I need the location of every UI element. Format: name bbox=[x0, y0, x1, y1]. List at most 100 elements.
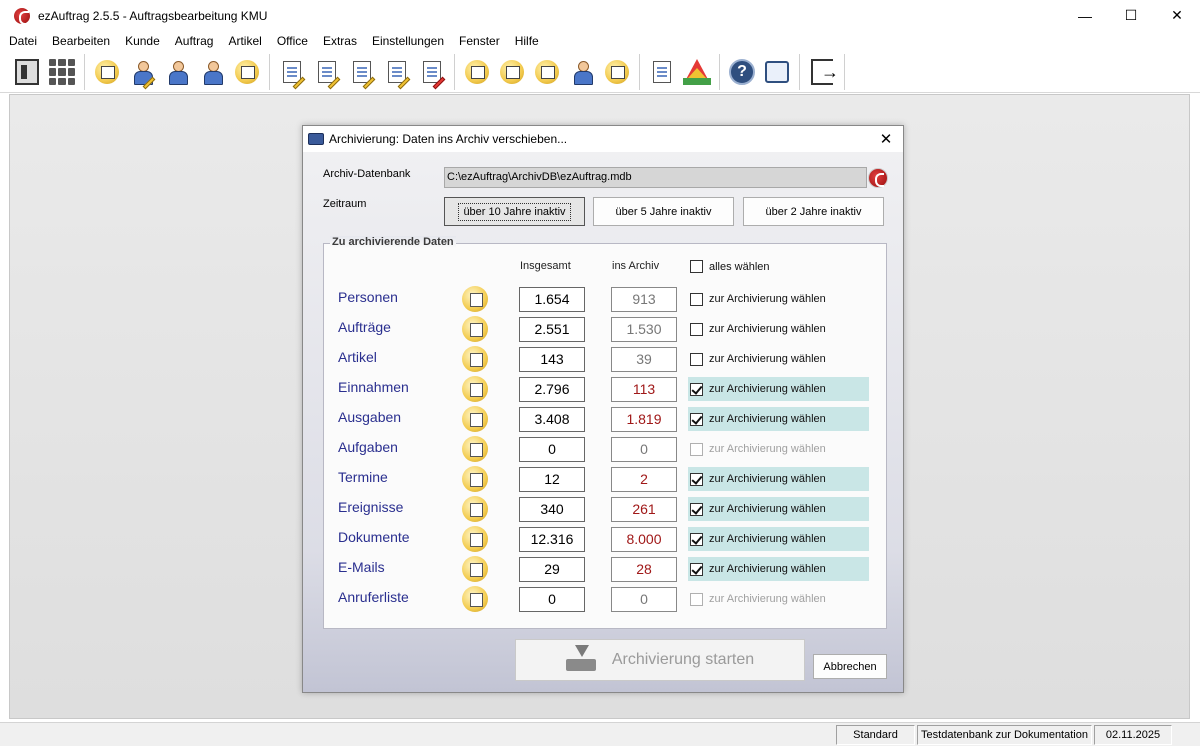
menu-bearbeiten[interactable]: Bearbeiten bbox=[52, 34, 110, 48]
checkbox-box bbox=[690, 592, 703, 606]
total-count-field: 0 bbox=[519, 437, 585, 462]
exit-icon[interactable] bbox=[807, 57, 839, 87]
row-name: Ausgaben bbox=[338, 409, 402, 425]
checkbox-label: zur Archivierung wählen bbox=[709, 413, 826, 425]
package-icon[interactable] bbox=[532, 57, 562, 87]
checkbox-box bbox=[690, 472, 703, 486]
archive-select-checkbox[interactable]: zur Archivierung wählen bbox=[688, 287, 869, 311]
archive-count-field: 1.819 bbox=[611, 407, 677, 432]
table-row: Artikel 143 39 zur Archivierung wählen bbox=[324, 346, 886, 373]
task-icon bbox=[462, 436, 488, 462]
archive-select-checkbox[interactable]: zur Archivierung wählen bbox=[688, 527, 869, 551]
menu-fenster[interactable]: Fenster bbox=[459, 34, 500, 48]
close-window-button[interactable]: ✕ bbox=[1154, 0, 1200, 31]
table-row: Personen 1.654 913 zur Archivierung wählen bbox=[324, 286, 886, 313]
menu-auftrag[interactable]: Auftrag bbox=[175, 34, 214, 48]
checklist-icon[interactable] bbox=[382, 57, 412, 90]
alert-document-icon[interactable] bbox=[417, 57, 447, 90]
call-list-icon bbox=[462, 586, 488, 612]
archive-select-checkbox[interactable]: zur Archivierung wählen bbox=[688, 497, 869, 521]
dialog-title-bar: Archivierung: Daten ins Archiv verschieb… bbox=[303, 126, 903, 152]
checkbox-box bbox=[690, 412, 703, 426]
menu-extras[interactable]: Extras bbox=[323, 34, 357, 48]
menu-office[interactable]: Office bbox=[277, 34, 308, 48]
order-icon bbox=[462, 316, 488, 342]
total-count-field: 1.654 bbox=[519, 287, 585, 312]
maximize-button[interactable]: ☐ bbox=[1108, 0, 1154, 31]
article-icon bbox=[462, 346, 488, 372]
menu-kunde[interactable]: Kunde bbox=[125, 34, 160, 48]
cancel-button[interactable]: Abbrechen bbox=[813, 654, 887, 679]
toolbar-separator bbox=[269, 54, 270, 90]
edit-person-icon[interactable] bbox=[127, 57, 157, 90]
minimize-button[interactable]: — bbox=[1062, 0, 1108, 31]
table-row: Aufgaben 0 0 zur Archivierung wählen bbox=[324, 436, 886, 463]
document-icon bbox=[462, 526, 488, 552]
people-icon[interactable] bbox=[197, 57, 227, 87]
invoice-icon[interactable] bbox=[277, 57, 307, 90]
row-name: Ereignisse bbox=[338, 499, 404, 515]
chat-icon[interactable] bbox=[762, 57, 792, 87]
person-icon[interactable] bbox=[162, 57, 192, 87]
total-count-field: 29 bbox=[519, 557, 585, 582]
checkbox-label: zur Archivierung wählen bbox=[709, 443, 826, 455]
menu-datei[interactable]: Datei bbox=[9, 34, 37, 48]
table-row: E-Mails 29 28 zur Archivierung wählen bbox=[324, 556, 886, 583]
archive-select-checkbox[interactable]: zur Archivierung wählen bbox=[688, 557, 869, 581]
box-in-icon[interactable] bbox=[497, 57, 527, 87]
tasks-icon[interactable] bbox=[602, 57, 632, 87]
range-5-years-button[interactable]: über 5 Jahre inaktiv bbox=[593, 197, 734, 226]
column-total-header: Insgesamt bbox=[520, 260, 571, 272]
archive-count-field: 261 bbox=[611, 497, 677, 522]
archive-db-path-field[interactable]: C:\ezAuftrag\ArchivDB\ezAuftrag.mdb bbox=[444, 167, 867, 188]
status-database: Testdatenbank zur Dokumentation bbox=[917, 725, 1092, 745]
archive-count-field: 0 bbox=[611, 587, 677, 612]
window-title: ezAuftrag 2.5.5 - Auftragsbearbeitung KM… bbox=[38, 8, 268, 23]
archive-select-checkbox[interactable]: zur Archivierung wählen bbox=[688, 377, 869, 401]
select-all-checkbox[interactable]: alles wählen bbox=[690, 260, 770, 273]
document-list-icon[interactable] bbox=[312, 57, 342, 90]
document-edit-icon[interactable] bbox=[347, 57, 377, 90]
select-db-button[interactable] bbox=[868, 168, 888, 188]
ledger-icon[interactable] bbox=[12, 57, 42, 87]
total-count-field: 0 bbox=[519, 587, 585, 612]
row-name: Dokumente bbox=[338, 529, 410, 545]
menu-einstellungen[interactable]: Einstellungen bbox=[372, 34, 444, 48]
group-title: Zu archivierende Daten bbox=[330, 236, 456, 248]
total-count-field: 3.408 bbox=[519, 407, 585, 432]
range-2-years-button[interactable]: über 2 Jahre inaktiv bbox=[743, 197, 884, 226]
menu-bar: Datei Bearbeiten Kunde Auftrag Artikel O… bbox=[0, 31, 1200, 51]
total-count-field: 340 bbox=[519, 497, 585, 522]
toolbar-separator bbox=[639, 54, 640, 90]
cards-icon[interactable] bbox=[232, 57, 262, 87]
help-icon[interactable]: ? bbox=[727, 57, 757, 87]
start-archiving-button[interactable]: Archivierung starten bbox=[515, 639, 805, 681]
table-row: Aufträge 2.551 1.530 zur Archivierung wähle… bbox=[324, 316, 886, 343]
grid-icon[interactable] bbox=[47, 57, 77, 87]
archive-select-checkbox[interactable]: zur Archivierung wählen bbox=[688, 407, 869, 431]
archive-select-checkbox[interactable]: zur Archivierung wählen bbox=[688, 317, 869, 341]
menu-artikel[interactable]: Artikel bbox=[228, 34, 261, 48]
archive-count-field: 913 bbox=[611, 287, 677, 312]
row-name: Artikel bbox=[338, 349, 377, 365]
row-name: Einnahmen bbox=[338, 379, 409, 395]
archive-select-checkbox[interactable]: zur Archivierung wählen bbox=[688, 467, 869, 491]
dialog-close-button[interactable]: ✕ bbox=[869, 126, 903, 152]
menu-hilfe[interactable]: Hilfe bbox=[515, 34, 539, 48]
courier-icon[interactable] bbox=[567, 57, 597, 87]
range-10-years-button[interactable]: über 10 Jahre inaktiv bbox=[444, 197, 585, 226]
archive-count-field: 28 bbox=[611, 557, 677, 582]
income-icon bbox=[462, 376, 488, 402]
dialog-title: Archivierung: Daten ins Archiv verschieb… bbox=[329, 132, 568, 146]
box-out-icon[interactable] bbox=[462, 57, 492, 87]
traffic-triangle-icon[interactable] bbox=[682, 57, 712, 87]
table-row: Ausgaben 3.408 1.819 zur Archivierung wähle… bbox=[324, 406, 886, 433]
new-document-icon[interactable] bbox=[92, 57, 122, 87]
toolbar-separator bbox=[844, 54, 845, 90]
report-icon[interactable] bbox=[647, 57, 677, 87]
checkbox-label: zur Archivierung wählen bbox=[709, 593, 826, 605]
status-date: 02.11.2025 bbox=[1094, 725, 1172, 745]
archive-select-checkbox[interactable]: zur Archivierung wählen bbox=[688, 347, 869, 371]
archive-tray-icon bbox=[565, 645, 596, 671]
checkbox-label: zur Archivierung wählen bbox=[709, 353, 826, 365]
